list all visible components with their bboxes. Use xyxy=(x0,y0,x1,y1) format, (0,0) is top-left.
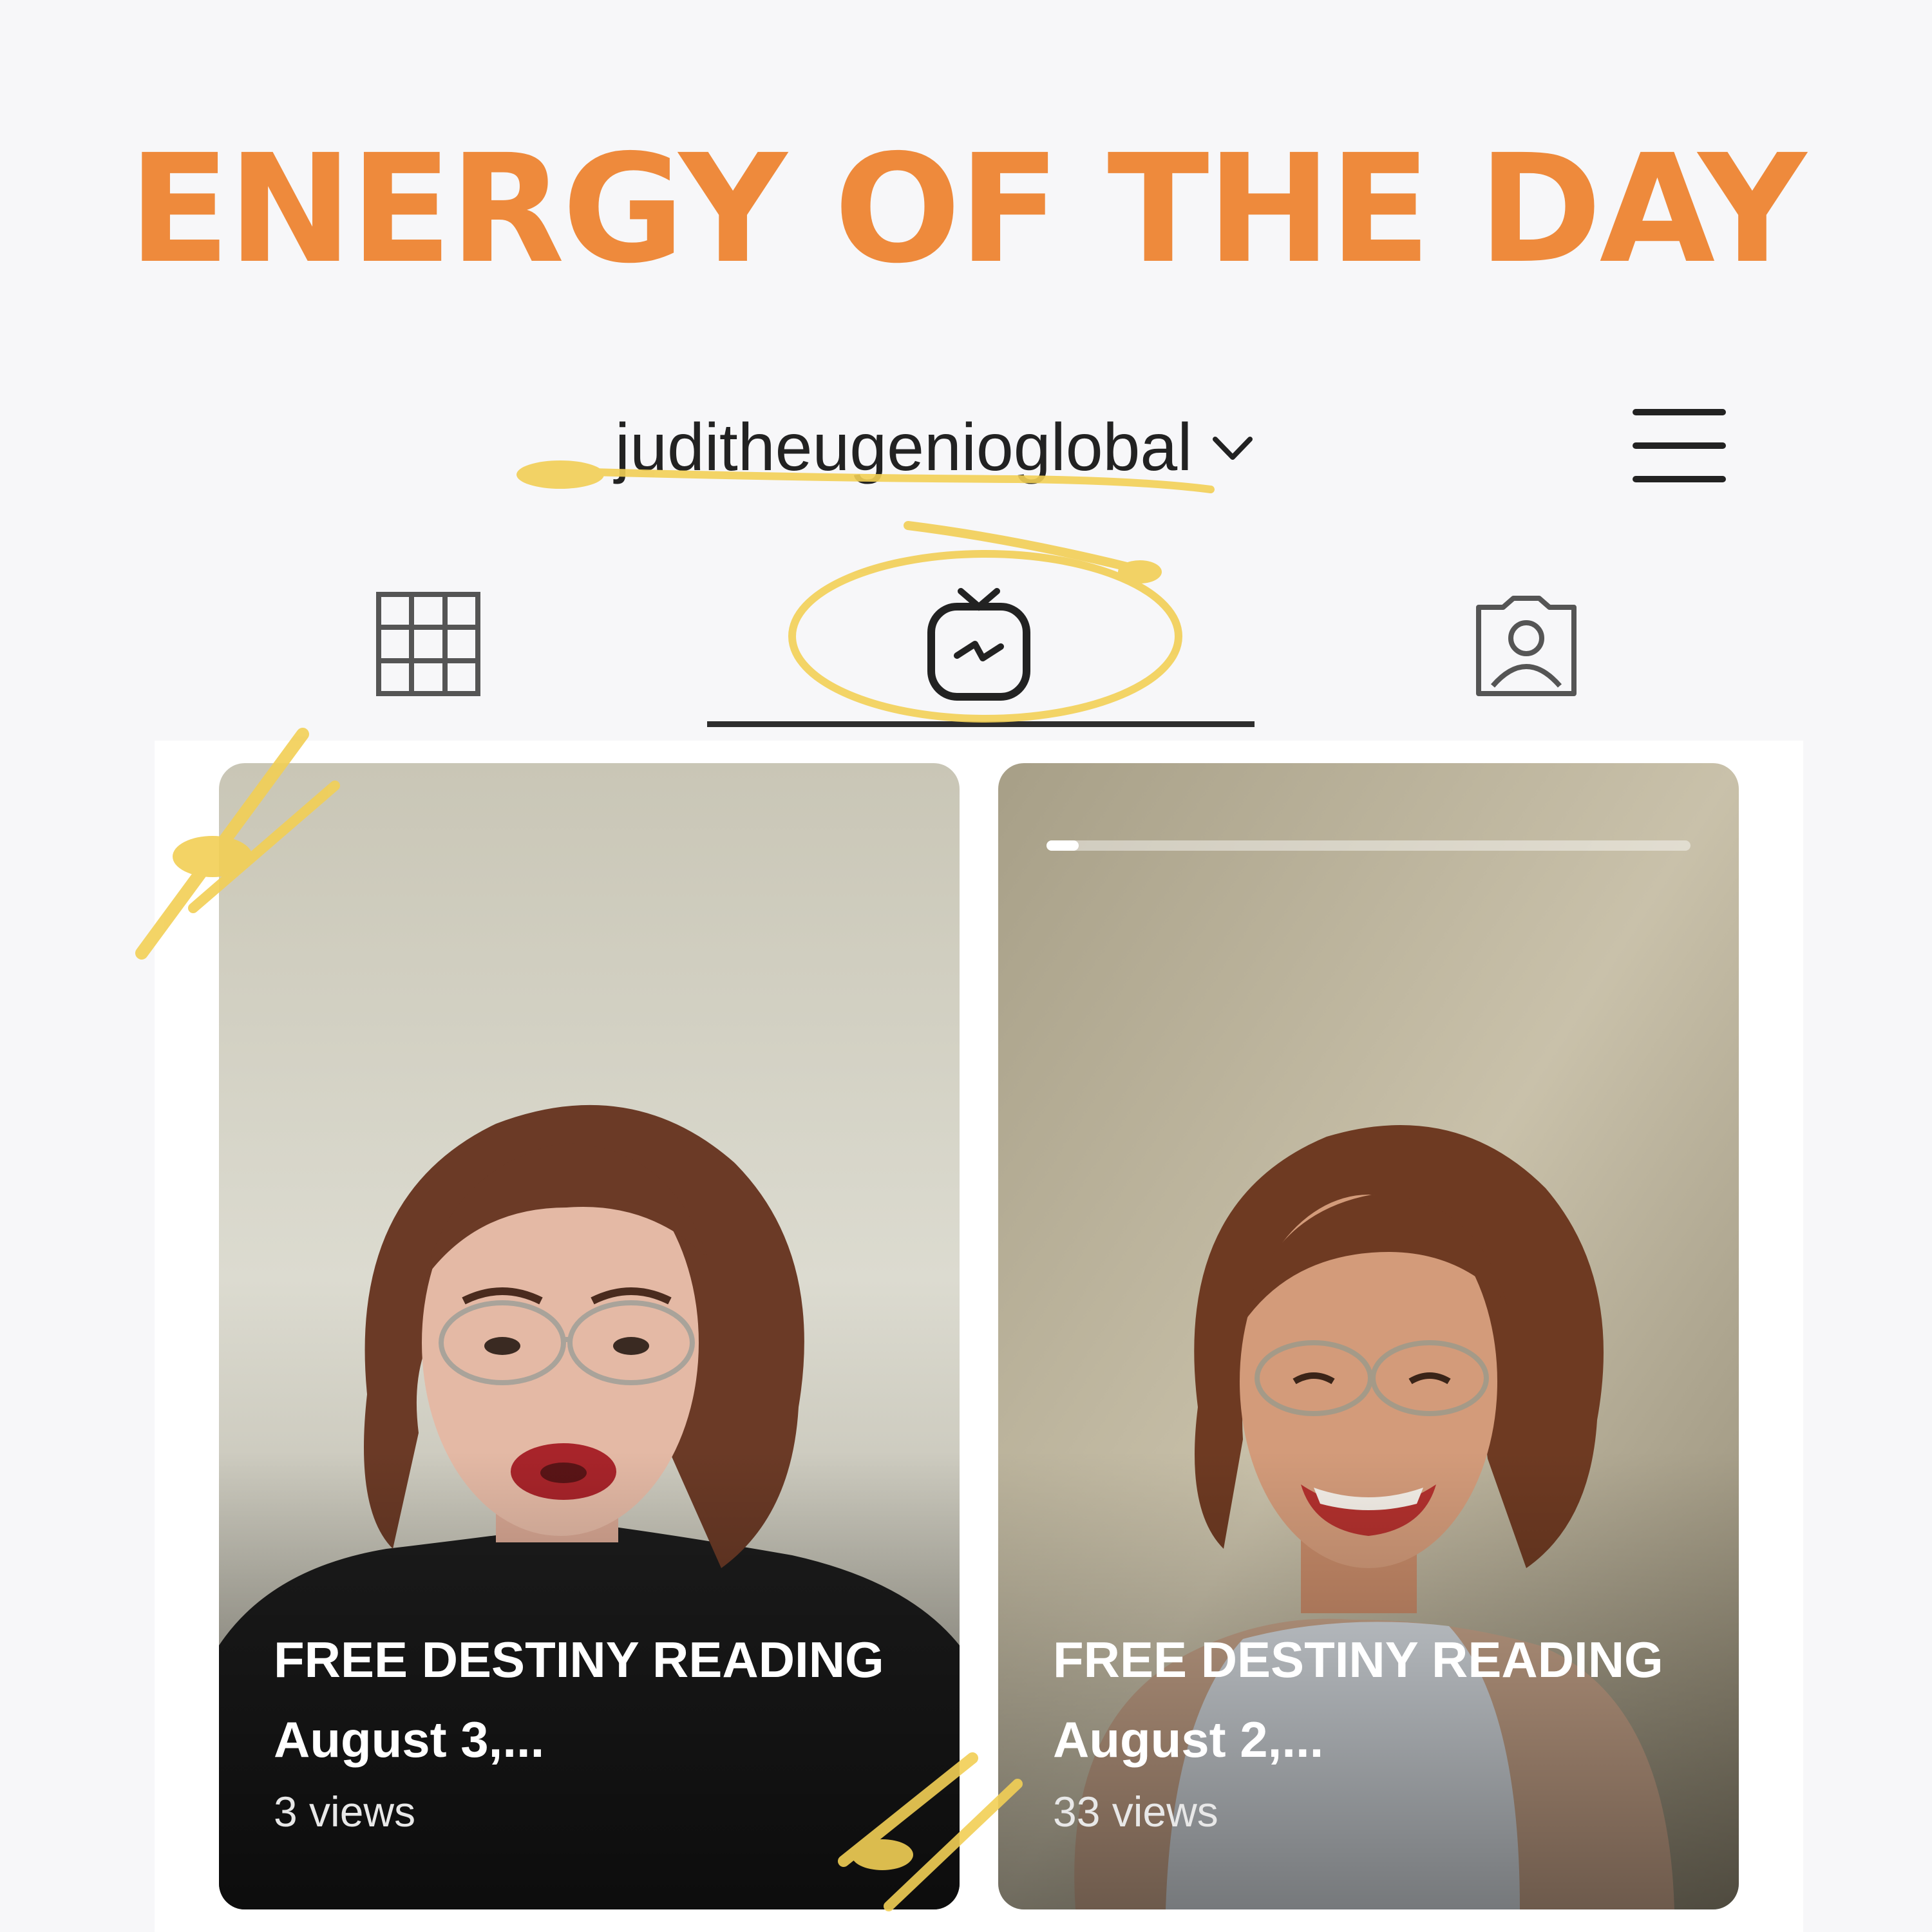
active-tab-indicator xyxy=(707,721,1255,727)
username: juditheugenioglobal xyxy=(615,410,1193,485)
video-view-count: 33 views xyxy=(1053,1788,1218,1835)
video-view-count: 3 views xyxy=(274,1788,416,1835)
chevron-down-icon xyxy=(1213,437,1253,460)
tab-posts-grid[interactable] xyxy=(354,567,502,721)
profile-header: juditheugenioglobal xyxy=(0,399,1932,496)
video-title: FREE DESTINY READING August 2,... xyxy=(1053,1631,1663,1768)
tagged-person-icon xyxy=(1476,596,1577,696)
tab-tagged[interactable] xyxy=(1443,567,1610,721)
profile-tabs xyxy=(0,567,1932,734)
video-title: FREE DESTINY READING August 3,... xyxy=(274,1631,884,1768)
tab-igtv[interactable] xyxy=(708,567,1249,721)
video-progress-fill xyxy=(1046,840,1079,851)
video-card[interactable]: FREE DESTINY READING August 2,... 33 vie… xyxy=(998,763,1739,1909)
account-switcher[interactable]: juditheugenioglobal xyxy=(615,399,1256,496)
video-progress-bar xyxy=(1046,840,1690,851)
page-headline: ENERGY OF THE DAY xyxy=(128,122,1806,296)
igtv-icon xyxy=(927,588,1030,701)
igtv-video-grid: FREE DESTINY READING August 3,... 3 view… xyxy=(155,741,1803,1932)
hamburger-menu-icon[interactable] xyxy=(1629,399,1726,496)
video-card[interactable]: FREE DESTINY READING August 3,... 3 view… xyxy=(219,763,960,1909)
grid-icon xyxy=(376,592,480,696)
